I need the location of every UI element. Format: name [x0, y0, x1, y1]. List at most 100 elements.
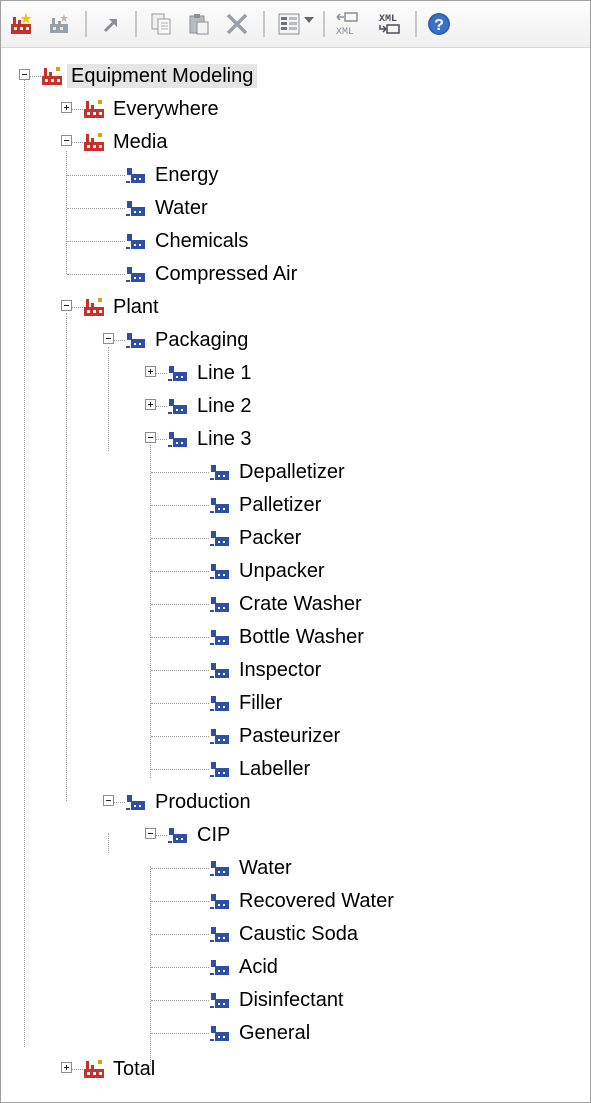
tree-node-equipment-modeling[interactable]: Equipment Modeling: [1, 61, 321, 91]
expand-toggle[interactable]: [145, 366, 156, 377]
tree-node-line-2[interactable]: Line 2: [1, 391, 301, 421]
tree-node-plant[interactable]: Plant: [1, 292, 221, 322]
equipment-icon: [168, 366, 187, 381]
tree-node-filler[interactable]: Filler: [1, 688, 401, 718]
tree-label: Line 1: [197, 362, 252, 384]
equipment-icon: [210, 630, 229, 645]
equipment-icon: [210, 861, 229, 876]
tree-label: Acid: [239, 956, 278, 978]
tree-label: Energy: [155, 164, 219, 186]
tree-node-bottle-washer[interactable]: Bottle Washer: [1, 622, 421, 652]
delete-button[interactable]: [221, 8, 253, 40]
tree-node-chemicals[interactable]: Chemicals: [1, 226, 281, 256]
tree-label: Inspector: [239, 659, 322, 681]
collapse-toggle[interactable]: [103, 333, 114, 344]
help-button[interactable]: ?: [423, 8, 455, 40]
tree-label: Crate Washer: [239, 593, 362, 615]
factory-icon: [84, 298, 104, 316]
tree-node-recovered-water[interactable]: Recovered Water: [1, 886, 461, 916]
collapse-toggle[interactable]: [103, 795, 114, 806]
tree-node-packaging[interactable]: Packaging: [1, 325, 301, 355]
tree-label: Plant: [113, 296, 159, 318]
arrow-up-right-icon: [103, 19, 117, 33]
tree-node-caustic-soda[interactable]: Caustic Soda: [1, 919, 421, 949]
tree-node-production[interactable]: Production: [1, 787, 321, 817]
expand-toggle[interactable]: [145, 399, 156, 410]
tree-node-cip-water[interactable]: Water: [1, 853, 401, 883]
tree-node-crate-washer[interactable]: Crate Washer: [1, 589, 421, 619]
copy-button[interactable]: [145, 8, 177, 40]
new-factory-button[interactable]: [5, 8, 37, 40]
paste-button[interactable]: [183, 8, 215, 40]
equipment-icon: [210, 564, 229, 579]
equipment-icon: [210, 696, 229, 711]
tree-label: Chemicals: [155, 230, 249, 252]
equipment-icon: [126, 267, 145, 282]
collapse-toggle[interactable]: [61, 300, 72, 311]
tree-label: Water: [155, 197, 208, 219]
expand-toggle[interactable]: [61, 102, 72, 113]
properties-list-icon: [278, 13, 300, 35]
toolbar-separator: [263, 11, 265, 37]
equipment-tree: Equipment Modeling Everywhere Media Ener…: [1, 53, 590, 1102]
equipment-icon: [210, 993, 229, 1008]
factory-icon: [84, 133, 104, 151]
toolbar-separator: [135, 11, 137, 37]
tree-label: Packaging: [155, 329, 249, 351]
tree-node-water[interactable]: Water: [1, 193, 261, 223]
tree-label: Recovered Water: [239, 890, 394, 912]
tree-node-inspector[interactable]: Inspector: [1, 655, 401, 685]
xml-export-button[interactable]: XML: [331, 8, 363, 40]
tree-label: Palletizer: [239, 494, 322, 516]
collapse-toggle[interactable]: [145, 828, 156, 839]
tree-node-disinfectant[interactable]: Disinfectant: [1, 985, 421, 1015]
link-button[interactable]: [95, 8, 127, 40]
tree-node-depalletizer[interactable]: Depalletizer: [1, 457, 401, 487]
tree-node-packer[interactable]: Packer: [1, 523, 401, 553]
tree-label: Unpacker: [239, 560, 325, 582]
equipment-icon: [168, 828, 187, 843]
tree-label: Pasteurizer: [239, 725, 341, 747]
tree-label: Equipment Modeling: [67, 64, 258, 88]
properties-button[interactable]: [273, 8, 305, 40]
factory-icon: [84, 100, 104, 118]
tree-label: Total: [113, 1058, 156, 1080]
tree-node-palletizer[interactable]: Palletizer: [1, 490, 401, 520]
tree-node-unpacker[interactable]: Unpacker: [1, 556, 401, 586]
new-factory-icon: [11, 13, 32, 34]
tree-label: CIP: [197, 824, 231, 846]
tree-label: Caustic Soda: [239, 923, 358, 945]
tree-node-total[interactable]: Total: [1, 1054, 221, 1084]
toolbar: XML XML ?: [1, 1, 590, 48]
tree-node-labeller[interactable]: Labeller: [1, 754, 401, 784]
tree-node-everywhere[interactable]: Everywhere: [1, 94, 261, 124]
collapse-toggle[interactable]: [145, 432, 156, 443]
equipment-icon: [126, 234, 145, 249]
paste-icon: [189, 14, 209, 35]
xml-import-icon: XML: [379, 14, 400, 34]
equipment-icon: [210, 531, 229, 546]
tree-node-pasteurizer[interactable]: Pasteurizer: [1, 721, 401, 751]
collapse-toggle[interactable]: [61, 135, 72, 146]
collapse-toggle[interactable]: [19, 69, 30, 80]
tree-node-acid[interactable]: Acid: [1, 952, 401, 982]
equipment-icon: [210, 663, 229, 678]
tree-label: General: [239, 1022, 311, 1044]
tree-node-line-3[interactable]: Line 3: [1, 424, 301, 454]
tree-node-general[interactable]: General: [1, 1018, 401, 1048]
svg-text:XML: XML: [379, 14, 397, 25]
properties-dropdown-arrow-icon[interactable]: [304, 17, 314, 23]
xml-import-button[interactable]: XML: [373, 8, 405, 40]
tree-node-cip[interactable]: CIP: [1, 820, 301, 850]
tree-node-compressed-air[interactable]: Compressed Air: [1, 259, 341, 289]
tree-label: Line 3: [197, 428, 252, 450]
equipment-icon: [210, 762, 229, 777]
xml-export-icon: XML: [336, 12, 358, 38]
new-equipment-button[interactable]: [43, 8, 75, 40]
tree-node-media[interactable]: Media: [1, 127, 221, 157]
tree-node-energy[interactable]: Energy: [1, 160, 261, 190]
equipment-icon: [126, 795, 145, 810]
tree-node-line-1[interactable]: Line 1: [1, 358, 301, 388]
delete-x-icon: [226, 13, 248, 35]
expand-toggle[interactable]: [61, 1062, 72, 1073]
